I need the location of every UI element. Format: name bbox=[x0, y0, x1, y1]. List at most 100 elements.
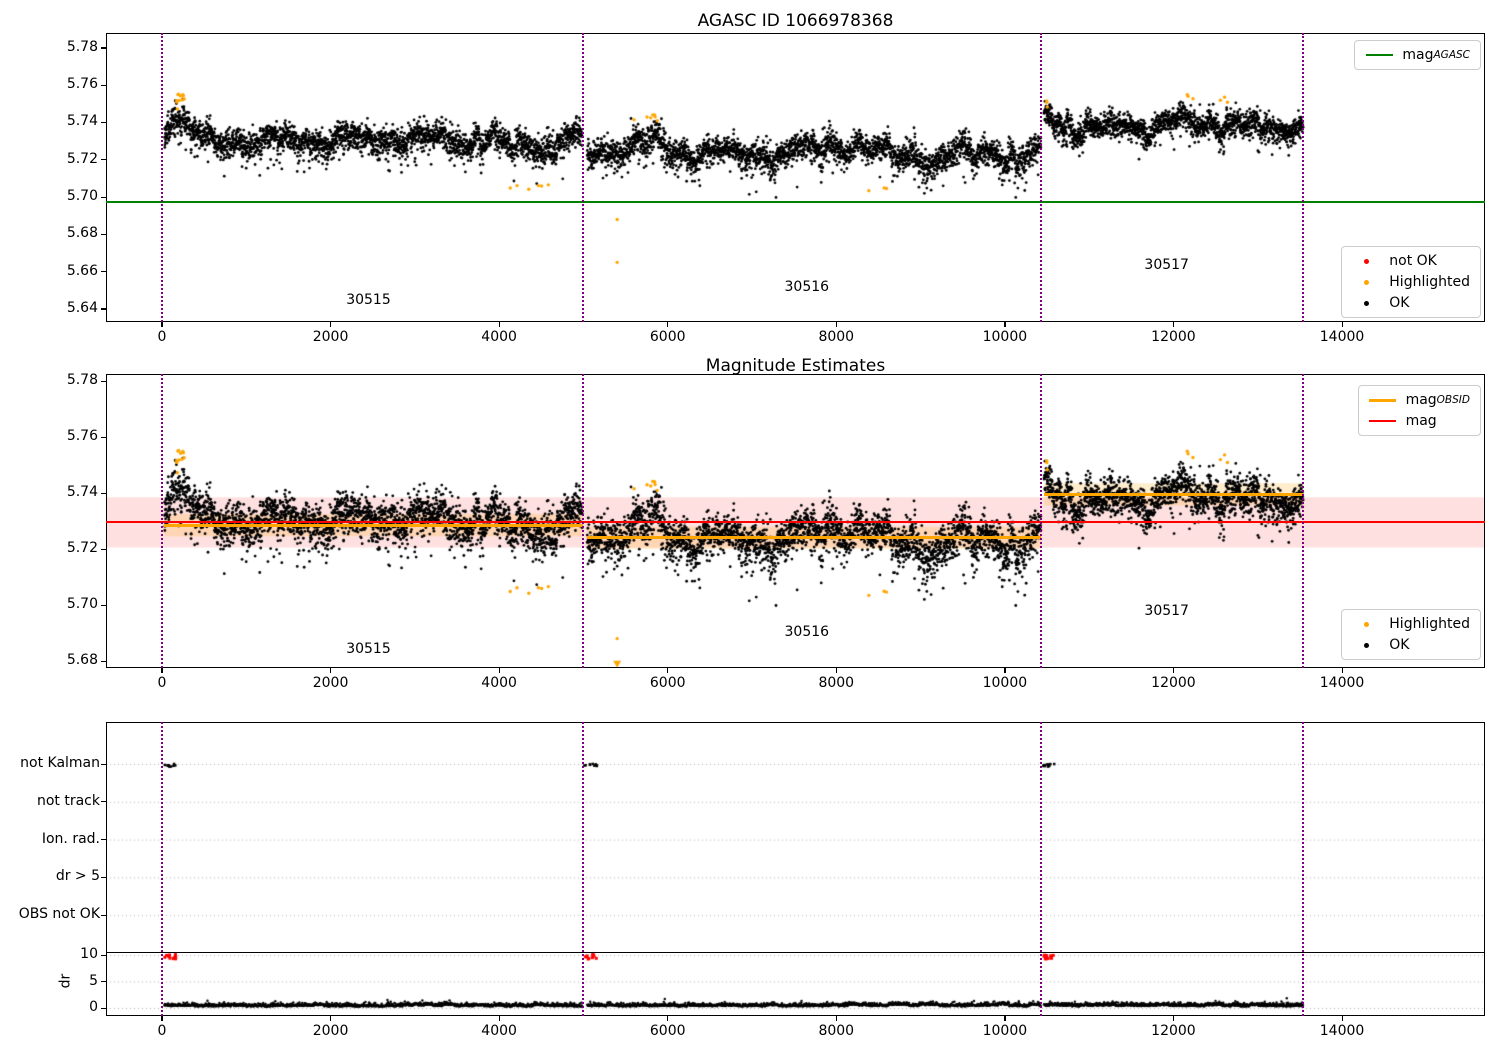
obsid-boundary-line bbox=[581, 374, 584, 668]
x-tick-label: 6000 bbox=[649, 675, 686, 691]
x-tick-mark bbox=[1004, 668, 1006, 673]
obsid-boundary-line bbox=[1040, 722, 1043, 1016]
legend-entry-magagasc: mag AGASC bbox=[1365, 47, 1470, 63]
x-tick-mark bbox=[161, 1016, 163, 1021]
x-tick-mark bbox=[498, 668, 500, 673]
y-tick-mark bbox=[101, 548, 106, 550]
y-tick-label: 5.70 bbox=[66, 188, 98, 205]
legend-label-subscript: OBSID bbox=[1436, 394, 1470, 406]
x-tick-label: 2000 bbox=[312, 329, 349, 345]
y-tick-mark bbox=[101, 492, 106, 494]
mag-obsid-line-30515 bbox=[164, 523, 583, 527]
obsid-boundary-line bbox=[160, 374, 163, 668]
obsid-boundary-line bbox=[581, 722, 584, 1016]
obsid-boundary-line bbox=[1302, 374, 1305, 668]
legend-label: Highlighted bbox=[1389, 274, 1470, 290]
swatch-shape bbox=[1363, 279, 1369, 285]
flag-tick-mark bbox=[101, 801, 106, 803]
y-tick-mark bbox=[101, 233, 106, 236]
x-tick-mark bbox=[330, 1016, 332, 1021]
obsid-boundary-line bbox=[1302, 722, 1305, 1016]
flag-tick-mark bbox=[101, 876, 106, 879]
x-tick-mark bbox=[667, 322, 669, 327]
y-tick-label: 5.78 bbox=[66, 38, 98, 55]
legend-entry-mag: mag bbox=[1369, 413, 1470, 429]
legend-label: mag bbox=[1405, 392, 1437, 408]
x-tick-label: 2000 bbox=[312, 1023, 349, 1039]
flag-row-label: not track bbox=[36, 792, 100, 809]
x-tick-label: 6000 bbox=[649, 1023, 686, 1039]
y-tick-label: 5.72 bbox=[66, 150, 98, 167]
legend-label: mag bbox=[1405, 413, 1437, 429]
legend-marker-swatch bbox=[1352, 300, 1380, 306]
legend-entry-highlighted: Highlighted bbox=[1352, 274, 1470, 290]
figure: AGASC ID 1066978368 Magnitude Estimates … bbox=[0, 0, 1500, 1050]
flag-row-label: Ion. rad. bbox=[41, 830, 100, 847]
dr-tick-label: 0 bbox=[89, 999, 98, 1015]
mag-obsid-line-30517 bbox=[1044, 492, 1304, 496]
dr-tick-mark bbox=[101, 981, 106, 983]
y-tick-mark bbox=[101, 380, 106, 382]
x-tick-label: 10000 bbox=[982, 329, 1028, 345]
obsid-boundary-line bbox=[581, 33, 584, 322]
flag-tick-mark bbox=[101, 763, 106, 765]
x-tick-label: 0 bbox=[157, 675, 167, 691]
obsid-annotation-30516: 30516 bbox=[784, 624, 830, 640]
legend-label: OK bbox=[1389, 637, 1410, 653]
legend-label: Highlighted bbox=[1389, 616, 1470, 632]
legend-line-swatch bbox=[1369, 398, 1397, 402]
legend-marker-swatch bbox=[1352, 258, 1380, 264]
y-tick-label: 5.76 bbox=[66, 428, 98, 444]
obsid-annotation-30517: 30517 bbox=[1144, 603, 1189, 619]
legend-agasc_panel-marker_legend: not OK Highlighted OK bbox=[1341, 246, 1481, 318]
legend-agasc_panel-line_legend: mag AGASC bbox=[1354, 40, 1481, 70]
x-tick-label: 12000 bbox=[1151, 1023, 1196, 1039]
y-tick-mark bbox=[101, 308, 106, 310]
legend-entry-ok: OK bbox=[1352, 295, 1470, 311]
x-tick-mark bbox=[498, 1016, 500, 1021]
y-tick-mark bbox=[101, 47, 106, 49]
swatch-shape bbox=[1363, 258, 1369, 264]
panel1-title: AGASC ID 1066978368 bbox=[697, 11, 894, 31]
x-tick-mark bbox=[161, 668, 163, 673]
x-tick-mark bbox=[835, 322, 837, 327]
x-tick-label: 4000 bbox=[481, 329, 517, 345]
y-tick-label: 5.70 bbox=[66, 596, 98, 612]
x-tick-label: 8000 bbox=[818, 329, 855, 345]
x-tick-label: 6000 bbox=[649, 329, 686, 345]
y-tick-label: 5.66 bbox=[66, 262, 98, 279]
flag-row-label: not Kalman bbox=[20, 755, 100, 771]
y-tick-mark bbox=[101, 604, 106, 606]
obsid-boundary-line bbox=[160, 33, 163, 322]
x-tick-label: 10000 bbox=[982, 1023, 1028, 1039]
x-tick-mark bbox=[1341, 322, 1343, 327]
legend-label: mag bbox=[1402, 47, 1434, 63]
legend-entry-magobsid: mag OBSID bbox=[1369, 392, 1470, 408]
legend-entry-not-ok: not OK bbox=[1352, 253, 1470, 269]
x-tick-label: 14000 bbox=[1319, 329, 1365, 345]
swatch-shape bbox=[1363, 621, 1369, 627]
y-tick-label: 5.78 bbox=[66, 372, 98, 388]
legend-label-subscript: AGASC bbox=[1433, 49, 1471, 61]
obsid-boundary-line bbox=[1302, 33, 1305, 322]
legend-marker-swatch bbox=[1352, 621, 1380, 627]
x-tick-mark bbox=[1172, 668, 1175, 673]
y-tick-mark bbox=[101, 84, 106, 86]
mag-agasc-line bbox=[106, 200, 1485, 203]
flag-row-label: OBS not OK bbox=[18, 906, 100, 923]
obsid-boundary-line bbox=[1040, 374, 1043, 668]
dr-axis-label: dr bbox=[57, 973, 74, 988]
x-tick-label: 8000 bbox=[818, 675, 855, 691]
x-tick-mark bbox=[330, 322, 332, 327]
x-tick-label: 2000 bbox=[312, 675, 349, 691]
legend-marker-swatch bbox=[1352, 642, 1380, 648]
legend-entry-ok: OK bbox=[1352, 637, 1470, 653]
x-tick-mark bbox=[1341, 668, 1343, 673]
swatch-shape bbox=[1369, 420, 1397, 422]
x-tick-label: 0 bbox=[157, 329, 167, 345]
y-tick-mark bbox=[101, 121, 106, 124]
y-tick-mark bbox=[101, 436, 106, 438]
x-tick-label: 4000 bbox=[481, 675, 517, 691]
x-tick-mark bbox=[667, 1016, 669, 1021]
x-tick-mark bbox=[835, 668, 837, 673]
